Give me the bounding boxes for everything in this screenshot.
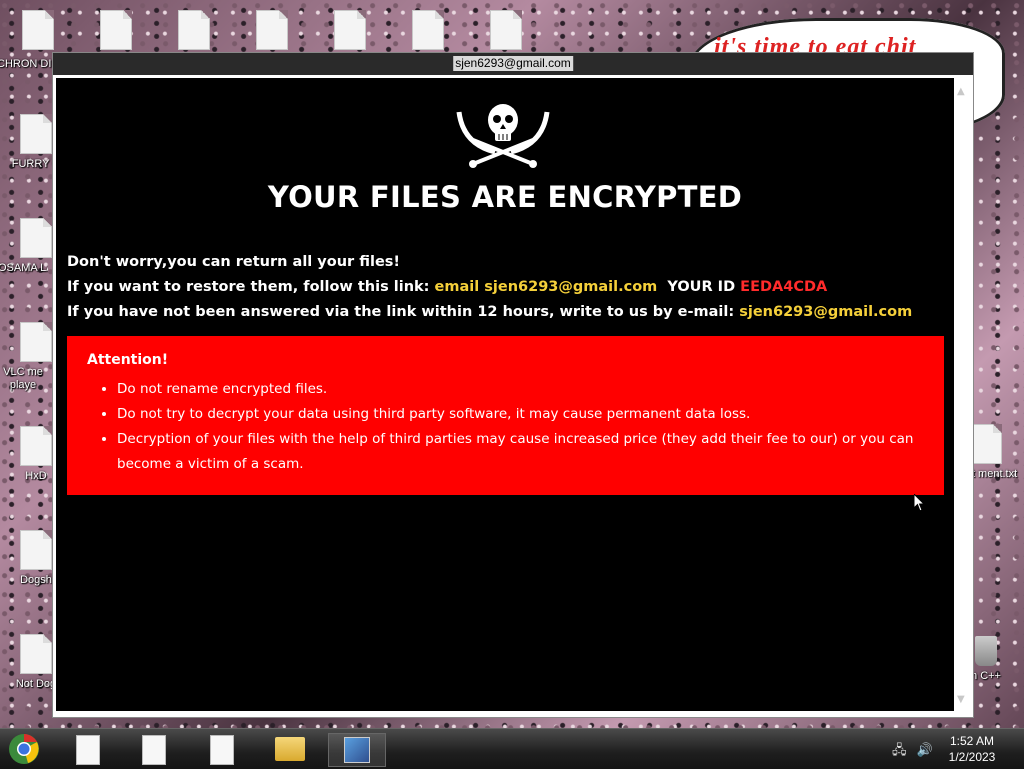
clock[interactable]: 1:52 AM 1/2/2023	[942, 733, 1002, 765]
taskbar-explorer-button[interactable]	[262, 733, 318, 765]
document-icon	[256, 10, 288, 50]
taskbar: 🖧 🔊 1:52 AM 1/2/2023	[0, 728, 1024, 769]
document-icon	[100, 10, 132, 50]
message-block: Don't worry,you can return all your file…	[67, 250, 912, 325]
desktop-icon[interactable]	[468, 10, 544, 50]
window-titlebar[interactable]: sjen6293@gmail.com	[53, 53, 973, 75]
system-tray: 🖧 🔊	[892, 741, 933, 763]
attention-item: Do not rename encrypted files.	[117, 377, 954, 402]
taskbar-document-button[interactable]	[126, 733, 182, 765]
victim-id: EEDA4CDA	[740, 279, 828, 295]
attention-item: Do not try to decrypt your data using th…	[117, 402, 954, 427]
chrome-start-icon	[9, 734, 39, 764]
document-icon	[210, 735, 234, 765]
id-label: YOUR ID	[667, 279, 736, 295]
desktop-icon[interactable]	[78, 10, 154, 50]
heading: YOUR FILES ARE ENCRYPTED	[267, 180, 743, 214]
document-icon	[20, 426, 52, 466]
attention-item: Decryption of your files with the help o…	[117, 427, 954, 477]
network-icon[interactable]: 🖧	[892, 743, 907, 758]
message-line-3: If you have not been answered via the li…	[67, 300, 912, 325]
recycle-bin-icon	[975, 636, 997, 666]
scroll-up-icon[interactable]: ▲	[957, 86, 965, 97]
desktop-icon[interactable]	[234, 10, 310, 50]
document-icon	[334, 10, 366, 50]
document-icon	[412, 10, 444, 50]
fallback-prefix: If you have not been answered via the li…	[67, 304, 735, 320]
document-icon	[142, 735, 166, 765]
start-button[interactable]	[6, 733, 46, 765]
document-icon	[20, 530, 52, 570]
document-icon	[20, 634, 52, 674]
taskbar-document-button[interactable]	[60, 733, 116, 765]
ransom-note-content: YOUR FILES ARE ENCRYPTED Don't worry,you…	[56, 78, 954, 711]
document-icon	[490, 10, 522, 50]
message-line-1: Don't worry,you can return all your file…	[67, 254, 401, 270]
vertical-scrollbar[interactable]: ▲ ▼	[954, 78, 970, 711]
installer-icon	[344, 737, 370, 763]
desktop-icon[interactable]	[390, 10, 466, 50]
restore-email[interactable]: email sjen6293@gmail.com	[435, 279, 658, 295]
taskbar-document-button[interactable]	[194, 733, 250, 765]
scroll-down-icon[interactable]: ▼	[957, 694, 965, 705]
clock-date: 1/2/2023	[948, 750, 996, 764]
document-icon	[20, 114, 52, 154]
desktop-icon-label: OSAMA LADEN E	[0, 262, 48, 274]
attention-heading: Attention!	[87, 352, 169, 368]
jolly-roger-icon	[456, 104, 550, 168]
document-icon	[970, 424, 1002, 464]
attention-box: Attention! Do not rename encrypted files…	[67, 336, 944, 495]
taskbar-installer-button[interactable]	[328, 733, 386, 767]
document-icon	[178, 10, 210, 50]
desktop-icon-label: VLC me playe	[3, 366, 43, 391]
document-icon	[20, 218, 52, 258]
document-icon	[20, 322, 52, 362]
folder-icon	[275, 737, 305, 761]
attention-list: Do not rename encrypted files. Do not tr…	[81, 377, 954, 477]
volume-icon[interactable]: 🔊	[917, 743, 933, 758]
mouse-cursor-icon	[914, 494, 926, 512]
fallback-email[interactable]: sjen6293@gmail.com	[739, 304, 912, 320]
message-line-2: If you want to restore them, follow this…	[67, 275, 912, 300]
restore-prefix: If you want to restore them, follow this…	[67, 279, 430, 295]
window-title: sjen6293@gmail.com	[453, 56, 573, 71]
clock-time: 1:52 AM	[949, 734, 995, 748]
document-icon	[76, 735, 100, 765]
ransom-note-window: sjen6293@gmail.com YOUR FILES ARE ENCRYP…	[52, 52, 974, 718]
desktop-icon[interactable]	[156, 10, 232, 50]
desktop-icon[interactable]	[312, 10, 388, 50]
